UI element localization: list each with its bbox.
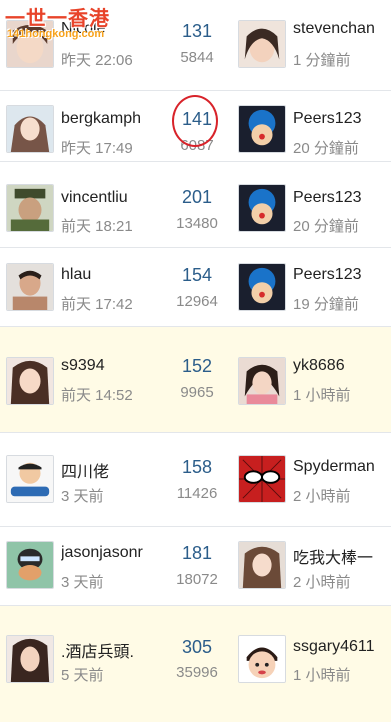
last-poster-avatar[interactable] (238, 455, 286, 503)
last-post-time: 1 小時前 (293, 387, 351, 404)
last-post-time: 20 分鐘前 (293, 218, 359, 235)
author-time: 3 天前 (61, 488, 104, 505)
last-post-time: 1 分鐘前 (293, 52, 351, 69)
author-avatar[interactable] (6, 105, 54, 153)
thread-row[interactable]: vincentliu 前天 18:21 201 13480 Peers123 2… (0, 169, 391, 248)
author-avatar[interactable] (6, 455, 54, 503)
reply-count: 131 (181, 21, 213, 41)
author-time: 5 天前 (61, 667, 104, 684)
reply-count: 152 (181, 356, 213, 376)
last-post-time: 1 小時前 (293, 667, 351, 684)
author-name[interactable]: bergkamph (61, 110, 151, 128)
last-poster-avatar[interactable] (238, 184, 286, 232)
last-poster-name[interactable]: Peers123 (293, 189, 391, 207)
thread-row[interactable]: .酒店兵頭. 5 天前 305 35996 ssgary4611 1 小時前 (0, 606, 391, 722)
last-poster-name[interactable]: Peers123 (293, 110, 391, 128)
last-poster-name[interactable]: stevenchan (293, 20, 391, 38)
author-time: 前天 17:42 (61, 296, 133, 313)
author-avatar[interactable] (6, 263, 54, 311)
reply-count: 201 (181, 187, 213, 207)
thread-row[interactable]: hlau 前天 17:42 154 12964 Peers123 19 分鐘前 (0, 248, 391, 327)
last-post-time: 20 分鐘前 (293, 140, 359, 157)
author-time: 昨天 17:49 (61, 140, 133, 157)
author-time: 3 天前 (61, 574, 104, 591)
last-poster-avatar[interactable] (238, 541, 286, 589)
last-poster-name[interactable]: Peers123 (293, 266, 391, 284)
author-avatar[interactable] (6, 184, 54, 232)
last-poster-name[interactable]: yk8686 (293, 357, 391, 375)
last-poster-name[interactable]: Spyderman (293, 458, 391, 476)
reply-count: 181 (181, 543, 213, 563)
last-poster-avatar[interactable] (238, 635, 286, 683)
view-count: 9965 (180, 384, 214, 401)
view-count: 5844 (180, 49, 214, 66)
author-name[interactable]: vincentliu (61, 189, 151, 207)
last-poster-avatar[interactable] (238, 20, 286, 68)
reply-count: 158 (181, 457, 213, 477)
view-count: 35996 (176, 664, 218, 681)
reply-count: 154 (181, 265, 213, 285)
red-circle-annotation (172, 95, 218, 147)
last-post-time: 2 小時前 (293, 574, 351, 591)
site-watermark: 一世一香港 141hongkong.com (3, 2, 123, 44)
author-name[interactable]: s9394 (61, 357, 151, 375)
author-name[interactable]: jasonjasonr (61, 544, 151, 562)
last-post-time: 19 分鐘前 (293, 296, 359, 313)
reply-count: 305 (181, 637, 213, 657)
author-name[interactable]: .酒店兵頭. (61, 638, 151, 662)
last-poster-avatar[interactable] (238, 357, 286, 405)
author-time: 前天 14:52 (61, 387, 133, 404)
watermark-site: 141hongkong.com (7, 28, 105, 40)
thread-row[interactable]: 四川佬 3 天前 158 11426 Spyderman 2 小時前 (0, 433, 391, 527)
watermark-title: 一世一香港 (5, 8, 110, 30)
view-count: 12964 (176, 293, 218, 310)
author-name[interactable]: 四川佬 (61, 458, 151, 482)
last-poster-avatar[interactable] (238, 263, 286, 311)
author-time: 前天 18:21 (61, 218, 133, 235)
thread-row[interactable]: jasonjasonr 3 天前 181 18072 吃我大棒一 2 小時前 (0, 527, 391, 606)
author-avatar[interactable] (6, 541, 54, 589)
last-poster-name[interactable]: ssgary4611 (293, 638, 391, 656)
author-avatar[interactable] (6, 357, 54, 405)
view-count: 18072 (176, 571, 218, 588)
author-avatar[interactable] (6, 635, 54, 683)
thread-row[interactable]: s9394 前天 14:52 152 9965 yk8686 1 小時前 (0, 327, 391, 433)
last-poster-name[interactable]: 吃我大棒一 (293, 544, 391, 568)
view-count: 11426 (176, 485, 218, 502)
last-post-time: 2 小時前 (293, 488, 351, 505)
last-poster-avatar[interactable] (238, 105, 286, 153)
author-name[interactable]: hlau (61, 266, 151, 284)
view-count: 13480 (176, 215, 218, 232)
author-time: 昨天 22:06 (61, 52, 133, 69)
